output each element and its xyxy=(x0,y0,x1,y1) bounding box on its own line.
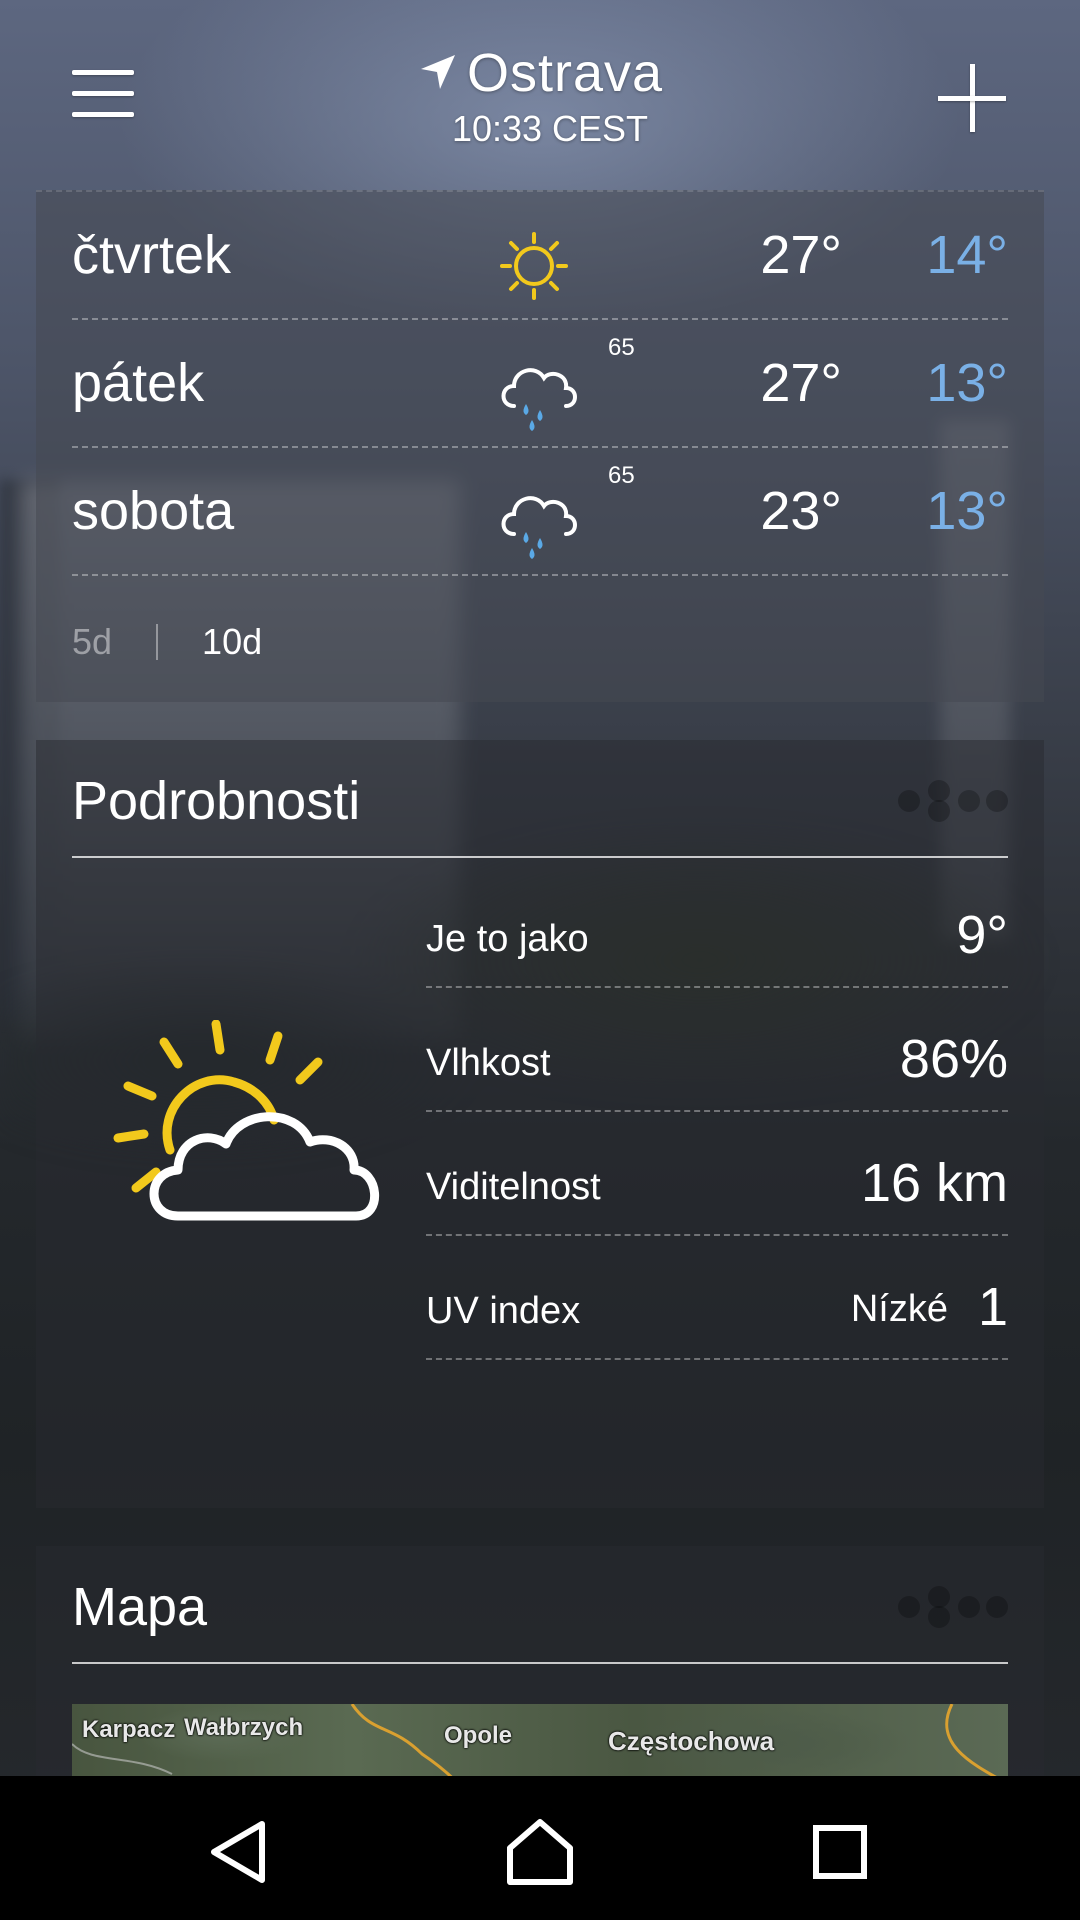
map-title: Mapa xyxy=(72,1577,208,1637)
forecast-high: 27° xyxy=(760,225,842,285)
forecast-row[interactable]: pátek 65 27° 13° xyxy=(72,320,1008,448)
forecast-low: 14° xyxy=(926,225,1008,285)
map-label: Wałbrzych xyxy=(184,1714,304,1741)
map-label: Częstochowa xyxy=(608,1726,775,1756)
forecast-row[interactable]: sobota 65 23° 13° xyxy=(72,448,1008,576)
add-location-button[interactable] xyxy=(936,62,1008,134)
detail-value: 1 xyxy=(977,1277,1008,1337)
city-name: Ostrava xyxy=(466,43,664,103)
location-arrow-icon xyxy=(420,55,455,89)
detail-row-humidity: Vlhkost 86% xyxy=(426,988,1008,1112)
home-icon[interactable] xyxy=(500,1812,580,1892)
tab-10d[interactable]: 10d xyxy=(202,621,262,663)
app-header: Ostrava 10:33 CEST xyxy=(0,0,1080,180)
local-time: 10:33 CEST xyxy=(451,108,649,149)
rain-cloud-icon xyxy=(501,496,577,559)
forecast-day: pátek xyxy=(72,353,205,413)
tab-5d[interactable]: 5d xyxy=(72,621,112,663)
card-handle-icon[interactable] xyxy=(898,780,1008,822)
detail-row-uv-index: UV index Nízké 1 xyxy=(426,1236,1008,1360)
map-label: Opole xyxy=(444,1722,513,1749)
forecast-range-tabs: 5d 10d xyxy=(72,612,262,672)
detail-label: UV index xyxy=(426,1290,581,1332)
detail-label: Vlhkost xyxy=(426,1042,551,1084)
forecast-day: čtvrtek xyxy=(72,225,232,285)
map-card: Mapa Karpacz Wałbrzych Opole Częstochowa xyxy=(36,1546,1044,1834)
forecast-high: 23° xyxy=(760,481,842,541)
system-nav-bar xyxy=(0,1776,1080,1920)
detail-value: 86% xyxy=(899,1029,1008,1089)
rain-cloud-icon xyxy=(501,368,577,431)
details-card: Podrobnosti Je to jako 9° Vlhkost 86% Vi… xyxy=(36,740,1044,1508)
detail-label: Je to jako xyxy=(426,918,589,960)
detail-label: Viditelnost xyxy=(426,1166,601,1208)
forecast-low: 13° xyxy=(926,481,1008,541)
map-label: Karpacz xyxy=(82,1716,176,1743)
precipitation-chance: 65 xyxy=(608,462,635,489)
precipitation-chance: 65 xyxy=(608,334,635,361)
forecast-card: čtvrtek 27° 14° pátek 65 27° 13° sobota xyxy=(36,190,1044,702)
forecast-low: 13° xyxy=(926,353,1008,413)
tab-divider xyxy=(156,624,159,660)
location-header: Ostrava 10:33 CEST xyxy=(0,42,1080,150)
title-divider xyxy=(72,1662,1008,1664)
back-icon[interactable] xyxy=(200,1812,280,1892)
forecast-row[interactable]: čtvrtek 27° 14° xyxy=(72,192,1008,320)
detail-value: 16 km xyxy=(860,1153,1008,1213)
recents-icon[interactable] xyxy=(800,1812,880,1892)
detail-row-feels-like: Je to jako 9° xyxy=(426,864,1008,988)
details-title: Podrobnosti xyxy=(72,771,361,831)
forecast-high: 27° xyxy=(760,353,842,413)
detail-value: 9° xyxy=(956,905,1008,965)
detail-row-visibility: Viditelnost 16 km xyxy=(426,1112,1008,1236)
card-handle-icon[interactable] xyxy=(898,1586,1008,1628)
title-divider xyxy=(72,856,1008,858)
forecast-day: sobota xyxy=(72,481,235,541)
partly-cloudy-icon xyxy=(113,1020,379,1221)
sun-icon xyxy=(500,232,568,300)
uv-level: Nízké xyxy=(850,1288,948,1330)
